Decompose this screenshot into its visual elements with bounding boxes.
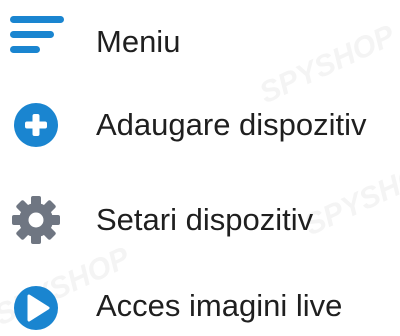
menu-item-label: Adaugare dispozitiv <box>96 107 367 142</box>
menu-header[interactable]: Meniu <box>0 10 400 70</box>
menu-item-add-device[interactable]: Adaugare dispozitiv <box>0 95 400 155</box>
menu-item-label: Setari dispozitiv <box>96 202 314 237</box>
menu-item-live-view[interactable]: Acces imagini live <box>0 276 400 336</box>
menu-title: Meniu <box>96 24 181 59</box>
play-circle-icon <box>8 276 64 332</box>
add-circle-icon <box>8 95 64 151</box>
menu-item-device-settings[interactable]: Setari dispozitiv <box>0 190 400 250</box>
gear-icon <box>8 190 64 246</box>
menu-item-label: Acces imagini live <box>96 288 343 323</box>
hamburger-menu-icon[interactable] <box>8 10 64 66</box>
